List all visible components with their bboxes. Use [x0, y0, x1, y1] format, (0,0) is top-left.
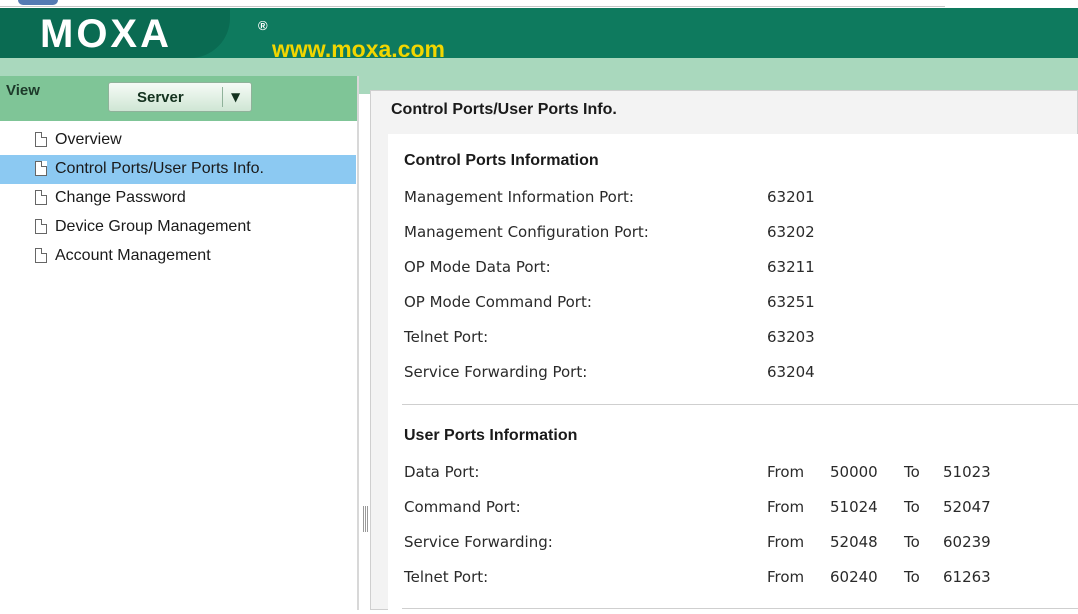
registered-mark: ®: [258, 18, 268, 33]
panel-splitter[interactable]: [357, 76, 359, 610]
top-tab-indicator: [18, 0, 58, 5]
moxa-logo: MOXA: [40, 12, 172, 56]
user-port-row: Data Port: From 50000 To 51023: [404, 463, 1078, 485]
control-port-row: OP Mode Data Port: 63211: [404, 258, 1078, 280]
port-value: 63211: [767, 258, 815, 276]
range-end: 61263: [943, 568, 991, 586]
main-panel: Control Ports/User Ports Info. Control P…: [370, 90, 1078, 614]
port-label: Service Forwarding:: [404, 533, 553, 551]
document-icon: [35, 190, 47, 205]
navigation-tree: Overview Control Ports/User Ports Info. …: [0, 126, 358, 271]
range-start: 60240: [830, 568, 878, 586]
ports-info-content: Control Ports Information Management Inf…: [388, 134, 1078, 614]
top-strip: [0, 0, 1078, 8]
tree-item-device-group-management[interactable]: Device Group Management: [0, 213, 356, 242]
port-value: 63203: [767, 328, 815, 346]
tree-item-label: Account Management: [55, 247, 211, 264]
control-port-row: Management Configuration Port: 63202: [404, 223, 1078, 245]
from-label: From: [767, 463, 805, 481]
range-end: 52047: [943, 498, 991, 516]
view-label: View: [6, 82, 40, 99]
port-label: Management Configuration Port:: [404, 223, 649, 241]
header-band: [0, 58, 1078, 76]
port-label: Management Information Port:: [404, 188, 634, 206]
control-port-row: Service Forwarding Port: 63204: [404, 363, 1078, 385]
port-value: 63204: [767, 363, 815, 381]
range-start: 50000: [830, 463, 878, 481]
tree-item-control-ports[interactable]: Control Ports/User Ports Info.: [0, 155, 356, 184]
tree-item-label: Change Password: [55, 189, 186, 206]
user-port-row: Service Forwarding: From 52048 To 60239: [404, 533, 1078, 555]
port-label: Telnet Port:: [404, 568, 489, 586]
control-ports-heading: Control Ports Information: [404, 152, 599, 169]
section-divider: [402, 404, 1078, 405]
user-ports-heading: User Ports Information: [404, 427, 578, 444]
page-title: Control Ports/User Ports Info.: [391, 101, 617, 118]
port-value: 63251: [767, 293, 815, 311]
control-port-row: Management Information Port: 63201: [404, 188, 1078, 210]
from-label: From: [767, 533, 805, 551]
document-icon: [35, 248, 47, 263]
range-end: 60239: [943, 533, 991, 551]
port-value: 63201: [767, 188, 815, 206]
to-label: To: [904, 498, 920, 516]
user-port-row: Command Port: From 51024 To 52047: [404, 498, 1078, 520]
from-label: From: [767, 568, 805, 586]
header-banner: MOXA ® www.moxa.com: [0, 8, 1078, 62]
section-divider: [402, 608, 1078, 609]
port-label: Telnet Port:: [404, 328, 489, 346]
document-icon: [35, 219, 47, 234]
tree-item-account-management[interactable]: Account Management: [0, 242, 356, 271]
tree-item-label: Control Ports/User Ports Info.: [55, 160, 264, 177]
port-label: Service Forwarding Port:: [404, 363, 588, 381]
document-icon: [35, 161, 47, 176]
to-label: To: [904, 463, 920, 481]
tree-item-change-password[interactable]: Change Password: [0, 184, 356, 213]
user-port-row: Telnet Port: From 60240 To 61263: [404, 568, 1078, 590]
port-value: 63202: [767, 223, 815, 241]
document-icon: [35, 132, 47, 147]
control-port-row: OP Mode Command Port: 63251: [404, 293, 1078, 315]
tree-item-label: Device Group Management: [55, 218, 251, 235]
range-start: 51024: [830, 498, 878, 516]
range-end: 51023: [943, 463, 991, 481]
to-label: To: [904, 533, 920, 551]
server-dropdown-value: Server: [137, 89, 184, 106]
port-label: OP Mode Command Port:: [404, 293, 592, 311]
left-panel-header: View Server ▼: [0, 76, 358, 121]
port-label: OP Mode Data Port:: [404, 258, 551, 276]
tree-item-label: Overview: [55, 131, 122, 148]
splitter-grip-icon[interactable]: [363, 506, 369, 532]
server-dropdown[interactable]: Server ▼: [108, 82, 252, 112]
top-divider: [0, 6, 945, 7]
dropdown-separator: [222, 87, 223, 107]
port-label: Command Port:: [404, 498, 521, 516]
port-label: Data Port:: [404, 463, 480, 481]
chevron-down-icon[interactable]: ▼: [231, 90, 240, 104]
tree-item-overview[interactable]: Overview: [0, 126, 356, 155]
to-label: To: [904, 568, 920, 586]
from-label: From: [767, 498, 805, 516]
control-port-row: Telnet Port: 63203: [404, 328, 1078, 350]
range-start: 52048: [830, 533, 878, 551]
